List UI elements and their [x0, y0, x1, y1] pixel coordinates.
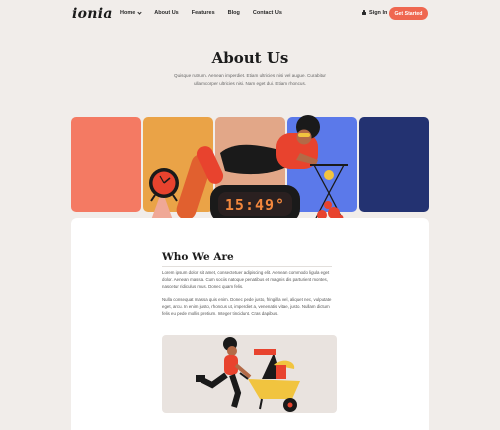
main-nav: Home About Us Features Blog Contact Us	[120, 9, 295, 16]
section-paragraph-2: Nulla consequat massa quis enim. Donec p…	[162, 297, 332, 317]
color-tile-navy	[359, 117, 429, 212]
site-header: ionia Home About Us Features Blog Contac…	[0, 0, 500, 28]
hero-illustration: 15:49°	[149, 115, 348, 223]
team-illustration	[162, 335, 337, 413]
nav-home[interactable]: Home	[120, 9, 142, 16]
logo[interactable]: ionia	[72, 6, 113, 22]
hourglass-icon	[310, 164, 348, 223]
nav-contact-us[interactable]: Contact Us	[253, 10, 282, 16]
nav-features[interactable]: Features	[192, 10, 215, 16]
section-divider	[162, 266, 332, 267]
nav-about-us[interactable]: About Us	[154, 10, 178, 16]
sign-in-link[interactable]: Sign In	[362, 9, 388, 16]
page-title: About Us	[211, 49, 289, 67]
color-tile-coral	[71, 117, 141, 212]
nav-home-label: Home	[120, 10, 136, 16]
page-subtitle: Quisque rutrum. Aenean imperdiet. Etiam …	[174, 73, 326, 86]
lock-icon	[362, 9, 366, 15]
wheelbarrow-illustration	[196, 337, 300, 412]
chevron-down-icon	[137, 9, 142, 15]
digital-clock-display: 15:49°	[225, 196, 285, 214]
section-paragraph-1: Lorem ipsum dolor sit amet, consectetuer…	[162, 270, 330, 290]
sign-in-label: Sign In	[369, 10, 388, 16]
section-title: Who We Are	[162, 251, 234, 263]
clock-icon	[149, 168, 179, 202]
nav-blog[interactable]: Blog	[228, 10, 240, 16]
get-started-button[interactable]: Get Started	[389, 7, 428, 20]
